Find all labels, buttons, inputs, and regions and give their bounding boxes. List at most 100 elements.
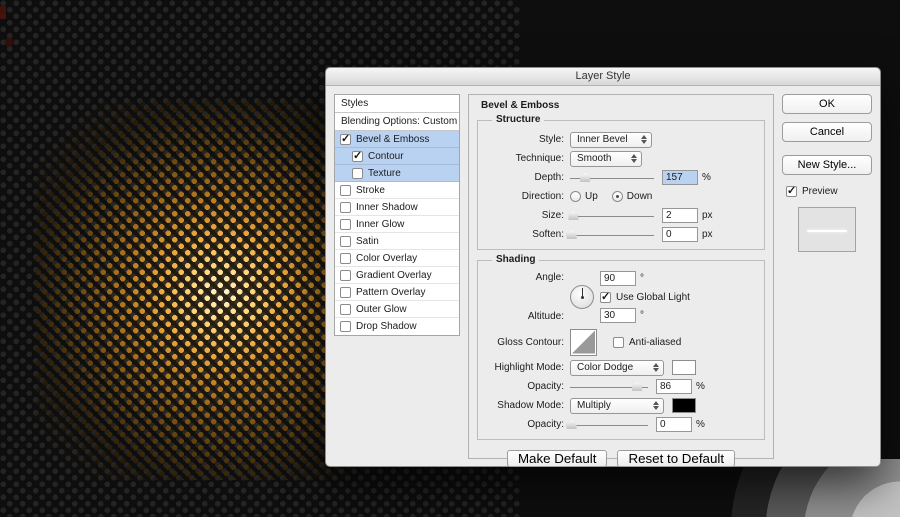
style-item-label: Contour: [368, 150, 404, 162]
soften-unit: px: [702, 229, 713, 240]
style-item-checkbox[interactable]: [340, 184, 351, 196]
altitude-input[interactable]: 30: [600, 308, 636, 323]
style-item-label: Color Overlay: [356, 252, 418, 264]
direction-down-option[interactable]: Down: [611, 191, 652, 202]
highlight-color-swatch[interactable]: [672, 360, 696, 375]
shadow-color-swatch[interactable]: [672, 398, 696, 413]
ok-button[interactable]: OK: [782, 94, 872, 114]
technique-select-value: Smooth: [577, 153, 612, 164]
shading-legend: Shading: [492, 254, 540, 265]
angle-input[interactable]: 90: [600, 271, 636, 286]
shading-group: Shading Angle: Altitude: 90 ° ✓ Use Glob…: [477, 254, 765, 440]
altitude-unit: °: [640, 310, 644, 321]
depth-slider[interactable]: [570, 172, 654, 183]
shadow-opacity-input[interactable]: 0: [656, 417, 692, 432]
make-default-button[interactable]: Make Default: [506, 450, 608, 467]
technique-select[interactable]: Smooth: [570, 150, 642, 167]
style-item-stroke[interactable]: Stroke: [335, 182, 459, 199]
style-item-checkbox[interactable]: [340, 252, 351, 264]
soften-label: Soften:: [532, 229, 564, 240]
direction-up-option[interactable]: Up: [570, 191, 598, 202]
style-item-inner-glow[interactable]: Inner Glow: [335, 216, 459, 233]
style-item-checkbox[interactable]: [352, 149, 363, 162]
style-item-drop-shadow[interactable]: Drop Shadow: [335, 318, 459, 335]
technique-row: Technique: Smooth: [484, 149, 758, 168]
style-item-label: Outer Glow: [356, 303, 407, 315]
highlight-mode-select[interactable]: Color Dodge: [570, 359, 664, 376]
size-label: Size:: [541, 210, 564, 221]
reset-to-default-button[interactable]: Reset to Default: [617, 450, 736, 467]
style-item-color-overlay[interactable]: Color Overlay: [335, 250, 459, 267]
style-item-checkbox[interactable]: [340, 235, 351, 247]
layer-style-dialog: Layer Style Styles Blending Options: Cus…: [325, 67, 881, 467]
depth-row: Depth: 157 %: [484, 168, 758, 187]
style-item-pattern-overlay[interactable]: Pattern Overlay: [335, 284, 459, 301]
depth-label: Depth:: [534, 172, 564, 183]
style-item-checkbox[interactable]: [340, 201, 351, 213]
slider-thumb[interactable]: [566, 230, 577, 239]
altitude-label: Altitude:: [527, 311, 564, 322]
technique-label: Technique:: [515, 153, 564, 164]
shadow-opacity-slider[interactable]: [566, 419, 648, 430]
slider-thumb[interactable]: [566, 420, 577, 429]
highlight-opacity-input[interactable]: 86: [656, 379, 692, 394]
style-item-checkbox[interactable]: [352, 167, 363, 179]
cancel-button[interactable]: Cancel: [782, 122, 872, 142]
soften-input[interactable]: 0: [662, 227, 698, 242]
angle-label: Angle:: [535, 272, 564, 283]
style-item-checkbox[interactable]: [340, 321, 351, 332]
style-item-checkbox[interactable]: [340, 286, 351, 298]
new-style-button[interactable]: New Style...: [782, 155, 872, 175]
style-item-checkbox[interactable]: [340, 303, 351, 315]
angle-altitude-block: Angle: Altitude: 90 ° Use Global Li: [484, 270, 758, 324]
shadow-mode-select[interactable]: Multiply: [570, 397, 664, 414]
style-item-label: Inner Glow: [356, 218, 405, 230]
shadow-mode-label: Shadow Mode:: [497, 400, 564, 411]
highlight-opacity-slider[interactable]: [570, 381, 648, 392]
size-row: Size: 2 px: [484, 206, 758, 225]
slider-thumb[interactable]: [632, 382, 643, 391]
use-global-light-label: Use Global Light: [616, 291, 690, 303]
shadow-opacity-unit: %: [696, 419, 705, 430]
preview-checkbox[interactable]: [786, 184, 797, 197]
style-item-label: Satin: [356, 235, 379, 247]
slider-thumb[interactable]: [580, 173, 591, 182]
blending-options-item[interactable]: Blending Options: Custom: [335, 113, 459, 131]
style-item-checkbox[interactable]: [340, 132, 351, 145]
direction-down-radio[interactable]: [611, 191, 623, 202]
artifact-speck: [0, 6, 6, 19]
size-input[interactable]: 2: [662, 208, 698, 223]
highlight-opacity-unit: %: [696, 381, 705, 392]
style-item-checkbox[interactable]: [340, 269, 351, 281]
style-item-label: Stroke: [356, 184, 385, 196]
size-slider[interactable]: [568, 210, 654, 221]
style-item-label: Pattern Overlay: [356, 286, 426, 298]
preview-option[interactable]: Preview: [786, 184, 872, 197]
direction-up-radio[interactable]: [570, 191, 581, 202]
shadow-mode-row: Shadow Mode: Multiply: [484, 396, 758, 415]
corner-highlight: [722, 459, 900, 517]
anti-aliased-label: Anti-aliased: [629, 336, 682, 348]
shadow-opacity-row: Opacity: 0 %: [484, 415, 758, 434]
gloss-contour-thumbnail[interactable]: [570, 328, 597, 356]
style-select-value: Inner Bevel: [577, 134, 628, 145]
style-item-bevel-emboss[interactable]: Bevel & Emboss: [335, 131, 459, 148]
depth-input[interactable]: 157: [662, 170, 698, 185]
style-item-gradient-overlay[interactable]: Gradient Overlay: [335, 267, 459, 284]
style-item-contour[interactable]: Contour: [335, 148, 459, 165]
anti-aliased-checkbox[interactable]: [613, 336, 624, 348]
angle-dial[interactable]: [570, 285, 594, 309]
structure-legend: Structure: [492, 114, 545, 125]
style-item-label: Inner Shadow: [356, 201, 418, 213]
style-item-outer-glow[interactable]: Outer Glow: [335, 301, 459, 318]
slider-thumb[interactable]: [568, 211, 579, 220]
style-item-texture[interactable]: Texture: [335, 165, 459, 182]
style-item-checkbox[interactable]: [340, 218, 351, 230]
style-select[interactable]: Inner Bevel: [570, 131, 652, 148]
soften-slider[interactable]: [566, 229, 654, 240]
style-item-satin[interactable]: Satin: [335, 233, 459, 250]
highlight-mode-value: Color Dodge: [577, 362, 634, 373]
use-global-light-checkbox[interactable]: [600, 290, 611, 303]
dialog-titlebar[interactable]: Layer Style: [326, 68, 880, 86]
style-item-inner-shadow[interactable]: Inner Shadow: [335, 199, 459, 216]
